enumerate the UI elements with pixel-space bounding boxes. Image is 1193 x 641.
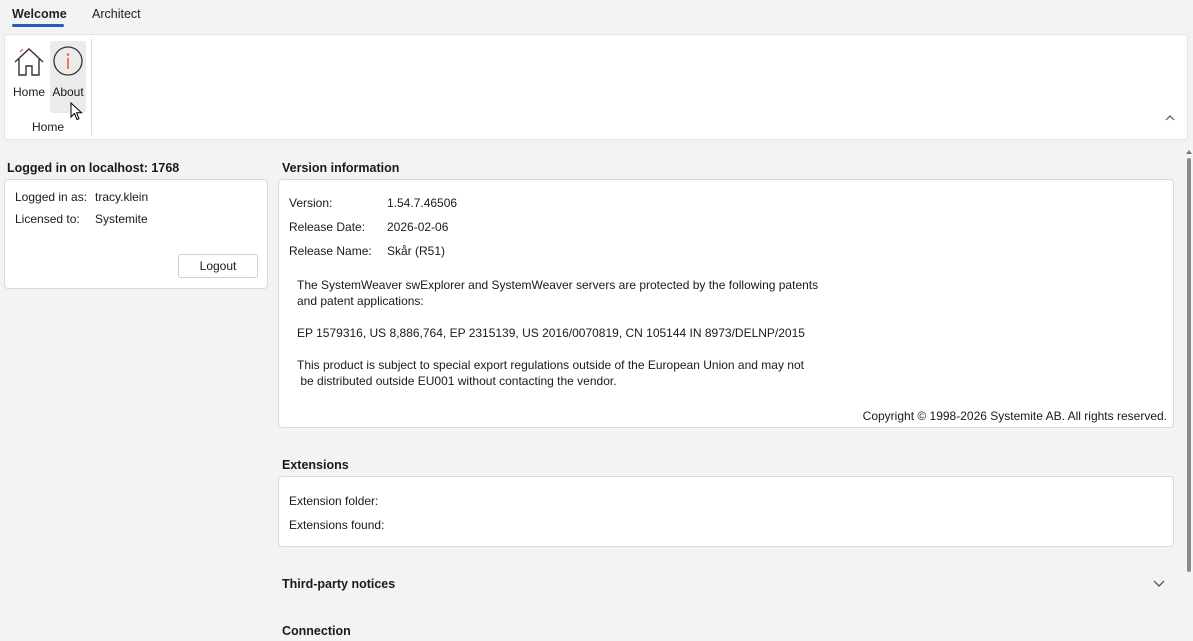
release-name-label: Release Name: [289, 244, 372, 258]
extensions-card: Extension folder: Extensions found: [278, 476, 1174, 547]
licensed-to-value: Systemite [95, 212, 148, 226]
scroll-up-arrow-icon[interactable] [1185, 148, 1193, 156]
release-date-value: 2026-02-06 [387, 220, 449, 234]
info-circle-icon [53, 46, 83, 76]
chevron-up-icon[interactable] [1163, 111, 1177, 125]
release-date-label: Release Date: [289, 220, 366, 234]
home-ribbon-button[interactable]: Home [11, 41, 47, 111]
house-icon [14, 48, 44, 76]
patent-text-line-2: and patent applications: [297, 294, 424, 308]
version-label: Version: [289, 196, 333, 210]
export-text-line-1: This product is subject to special expor… [297, 358, 804, 372]
login-panel-title: Logged in on localhost: 1768 [7, 161, 180, 175]
version-value: 1.54.7.46506 [387, 196, 458, 210]
export-text-line-2: be distributed outside EU001 without con… [297, 374, 617, 388]
connection-header[interactable]: Connection [282, 624, 351, 638]
top-tab-bar: Welcome Architect [0, 0, 1193, 34]
version-info-card: Version: 1.54.7.46506 Release Date: 2026… [278, 179, 1174, 428]
patent-numbers: EP 1579316, US 8,886,764, EP 2315139, US… [297, 326, 805, 340]
logged-in-as-label: Logged in as: [15, 190, 88, 204]
chevron-down-icon[interactable] [1152, 576, 1166, 590]
patent-text-line-1: The SystemWeaver swExplorer and SystemWe… [297, 278, 819, 292]
scrollbar-thumb[interactable] [1187, 158, 1191, 572]
mouse-cursor-icon [70, 102, 83, 121]
home-ribbon-label: Home [12, 85, 45, 99]
ribbon-group-label: Home [31, 120, 64, 134]
third-party-notices-header[interactable]: Third-party notices [282, 577, 395, 591]
login-card: Logged in as: tracy.klein Licensed to: S… [4, 179, 268, 289]
about-ribbon-label: About [52, 85, 84, 99]
tab-architect[interactable]: Architect [92, 7, 141, 21]
ribbon: Home About Home [4, 34, 1188, 140]
logged-in-as-value: tracy.klein [95, 190, 149, 204]
copyright-text: Copyright © 1998-2026 Systemite AB. All … [862, 409, 1167, 423]
licensed-to-label: Licensed to: [15, 212, 80, 226]
extension-folder-label: Extension folder: [289, 494, 379, 508]
release-name-value: Skår (R51) [387, 244, 446, 258]
extensions-title: Extensions [282, 458, 349, 472]
ribbon-group-separator [91, 39, 92, 135]
active-tab-indicator [12, 24, 64, 27]
tab-welcome[interactable]: Welcome [12, 7, 67, 21]
vertical-scrollbar[interactable] [1185, 146, 1193, 641]
extensions-found-label: Extensions found: [289, 518, 385, 532]
logout-button[interactable]: Logout [178, 254, 258, 278]
version-info-title: Version information [282, 161, 400, 175]
